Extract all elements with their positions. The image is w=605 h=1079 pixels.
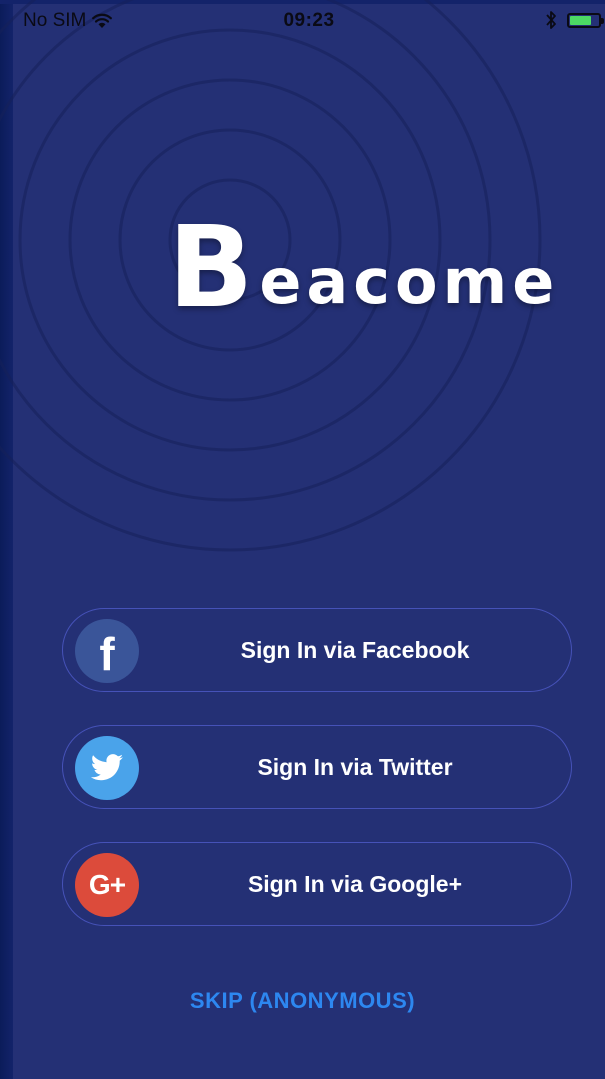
facebook-button-label: Sign In via Facebook	[240, 636, 470, 663]
status-right-group	[545, 10, 604, 30]
sign-in-twitter-button[interactable]: Sign In via Twitter	[62, 725, 572, 809]
twitter-icon	[75, 736, 139, 800]
battery-icon	[567, 12, 604, 28]
twitter-button-label: Sign In via Twitter	[257, 753, 453, 780]
google-button-label: Sign In via Google+	[247, 870, 463, 897]
status-time: 09:23	[283, 10, 335, 31]
app-logo: B eacome	[168, 203, 560, 333]
skip-anonymous-link[interactable]: SKIP (ANONYMOUS)	[0, 988, 605, 1014]
google-plus-icon: G+	[75, 853, 139, 917]
status-bar: No SIM 09:23	[13, 4, 605, 38]
bluetooth-icon	[546, 11, 556, 29]
login-screen: No SIM 09:23 B eacome f Sign In via Face…	[0, 0, 605, 1079]
logo-wordmark: eacome	[259, 245, 560, 318]
sign-in-facebook-button[interactable]: f Sign In via Facebook	[62, 608, 572, 692]
logo-initial: B	[168, 203, 254, 333]
battery-fill	[570, 15, 591, 25]
sign-in-google-button[interactable]: G+ Sign In via Google+	[62, 842, 572, 926]
facebook-icon: f	[75, 619, 139, 683]
